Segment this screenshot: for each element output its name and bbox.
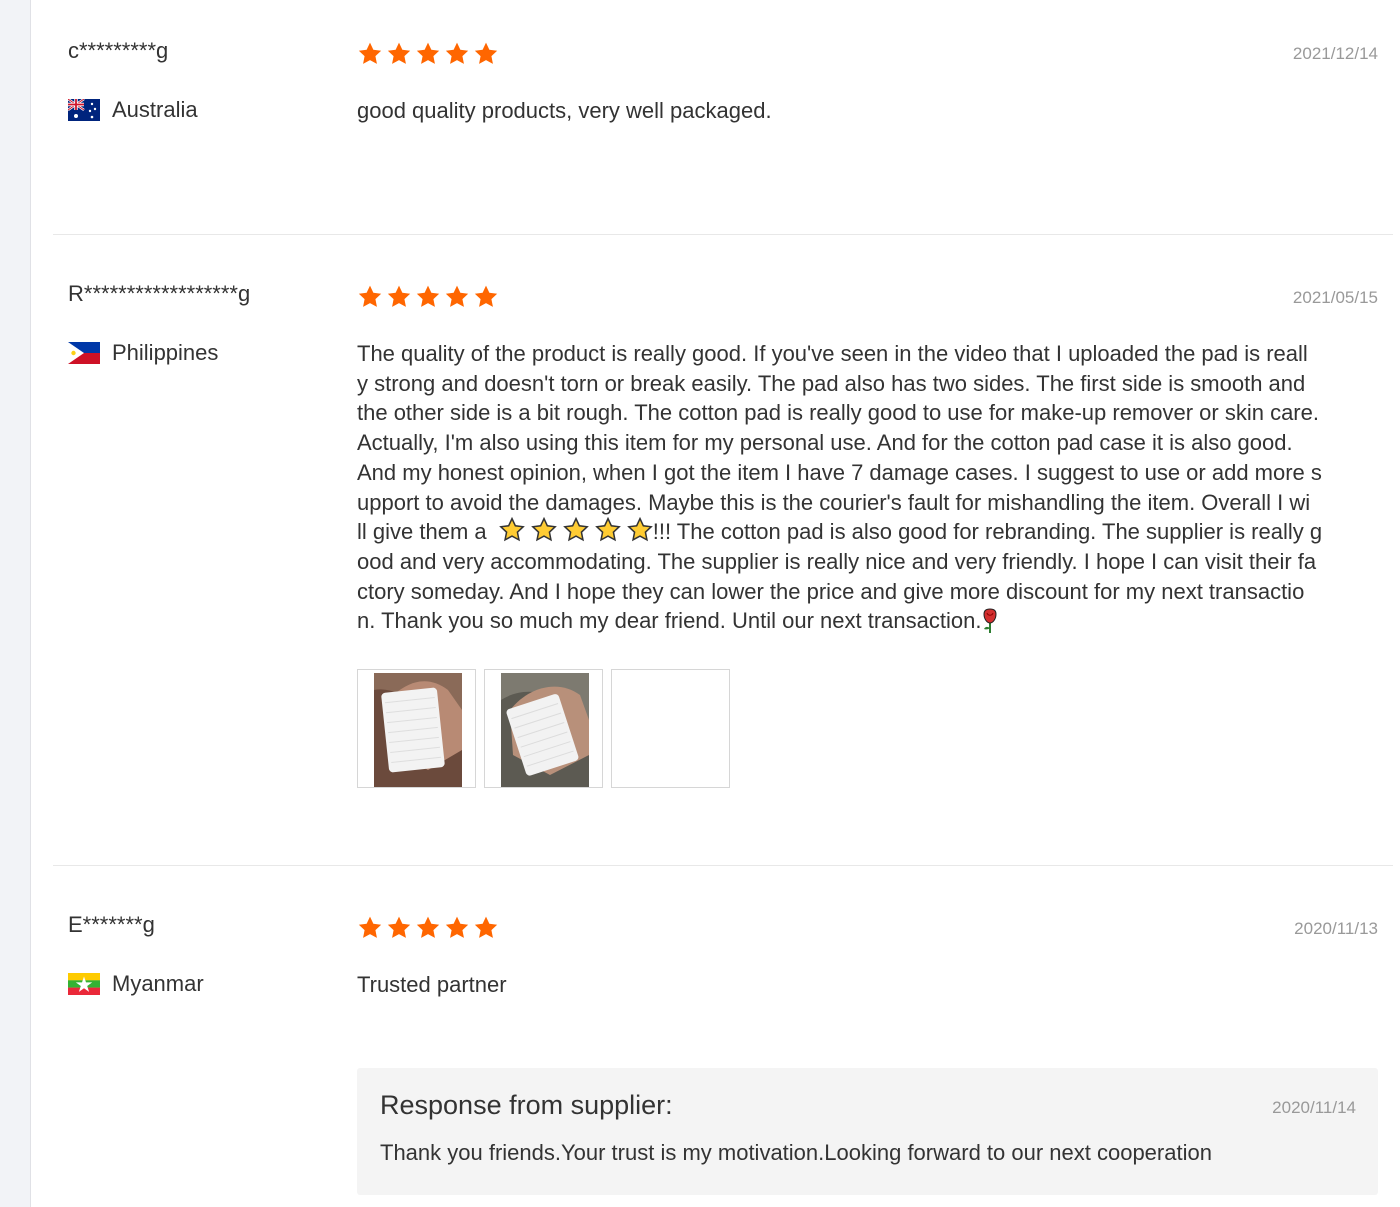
star-icon xyxy=(386,284,412,310)
star-emoji-icon xyxy=(499,517,525,543)
star-icon xyxy=(415,284,441,310)
star-icon xyxy=(415,915,441,941)
review-text-fragment: n. Thank you so much my dear friend. Unt… xyxy=(357,608,982,634)
review-text-line: ll give them a !!! The cotton pad is als… xyxy=(357,517,1379,547)
review-date: 2021/12/14 xyxy=(1292,44,1378,63)
rating-stars xyxy=(357,41,499,67)
country-name: Philippines xyxy=(112,340,219,365)
reviewer-country: Philippines xyxy=(68,340,218,366)
australia-flag-icon xyxy=(68,99,100,121)
star-icon xyxy=(357,284,383,310)
left-gutter xyxy=(0,0,31,1207)
country-name: Myanmar xyxy=(112,971,204,996)
country-name: Australia xyxy=(112,97,198,122)
response-date: 2020/11/14 xyxy=(1272,1098,1356,1117)
response-title: Response from supplier: xyxy=(380,1090,673,1120)
review-card: R******************g Philippines 2021/05… xyxy=(53,235,1393,866)
reviewer-country: Australia xyxy=(68,97,198,123)
supplier-response: Response from supplier: 2020/11/14 Thank… xyxy=(357,1068,1378,1195)
review-card: c*********g Australia 2021/12/14 good qu… xyxy=(53,0,1393,235)
star-icon xyxy=(415,41,441,67)
review-text-line: upport to avoid the damages. Maybe this … xyxy=(357,489,1311,515)
rose-emoji-icon xyxy=(983,608,997,634)
review-date: 2020/11/13 xyxy=(1294,919,1378,938)
reviewer-name: c*********g xyxy=(68,38,169,63)
review-text-line: Actually, I'm also using this item for m… xyxy=(357,430,1293,456)
reviewer-country: Myanmar xyxy=(68,971,204,997)
review-text-line: y strong and doesn't torn or break easil… xyxy=(357,370,1306,396)
review-text-line: ctory someday. And I hope they can lower… xyxy=(357,578,1305,604)
review-text-line: n. Thank you so much my dear friend. Unt… xyxy=(357,606,1379,636)
star-emoji-icon xyxy=(627,517,653,543)
review-text-line: the other side is a bit rough. The cotto… xyxy=(357,400,1319,426)
star-emoji-icon xyxy=(531,517,557,543)
review-text-line: ood and very accommodating. The supplier… xyxy=(357,548,1317,574)
star-icon xyxy=(473,915,499,941)
review-photo-thumbnail[interactable] xyxy=(484,669,603,788)
review-text: Trusted partner xyxy=(357,972,507,997)
star-icon xyxy=(444,41,470,67)
response-text: Thank you friends.Your trust is my motiv… xyxy=(380,1140,1212,1165)
rating-stars xyxy=(357,915,499,941)
review-text-fragment: ll give them a xyxy=(357,519,487,545)
philippines-flag-icon xyxy=(68,342,100,364)
review-text-line: And my honest opinion, when I got the it… xyxy=(357,459,1322,485)
review-text: good quality products, very well package… xyxy=(357,98,772,123)
star-icon xyxy=(444,284,470,310)
star-emoji-icon xyxy=(563,517,589,543)
review-photo-thumbnail[interactable] xyxy=(357,669,476,788)
review-card: E*******g Myanmar 2020/11/13 Trusted par… xyxy=(53,866,1393,1207)
star-emoji-icon xyxy=(595,517,621,543)
star-icon xyxy=(386,915,412,941)
rating-stars xyxy=(357,284,499,310)
review-text-line: The quality of the product is really goo… xyxy=(357,341,1308,366)
myanmar-flag-icon xyxy=(68,973,100,995)
reviewer-name: E*******g xyxy=(68,912,155,937)
star-icon xyxy=(357,41,383,67)
reviewer-name: R******************g xyxy=(68,281,251,306)
review-text: The quality of the product is really goo… xyxy=(357,339,1379,636)
review-text-fragment: !!! The cotton pad is also good for rebr… xyxy=(652,519,1323,545)
star-icon xyxy=(386,41,412,67)
review-photo-thumbnail[interactable] xyxy=(611,669,730,788)
star-icon xyxy=(473,41,499,67)
star-icon xyxy=(473,284,499,310)
review-photos xyxy=(357,669,730,788)
star-icon xyxy=(444,915,470,941)
star-icon xyxy=(357,915,383,941)
review-date: 2021/05/15 xyxy=(1292,288,1378,307)
